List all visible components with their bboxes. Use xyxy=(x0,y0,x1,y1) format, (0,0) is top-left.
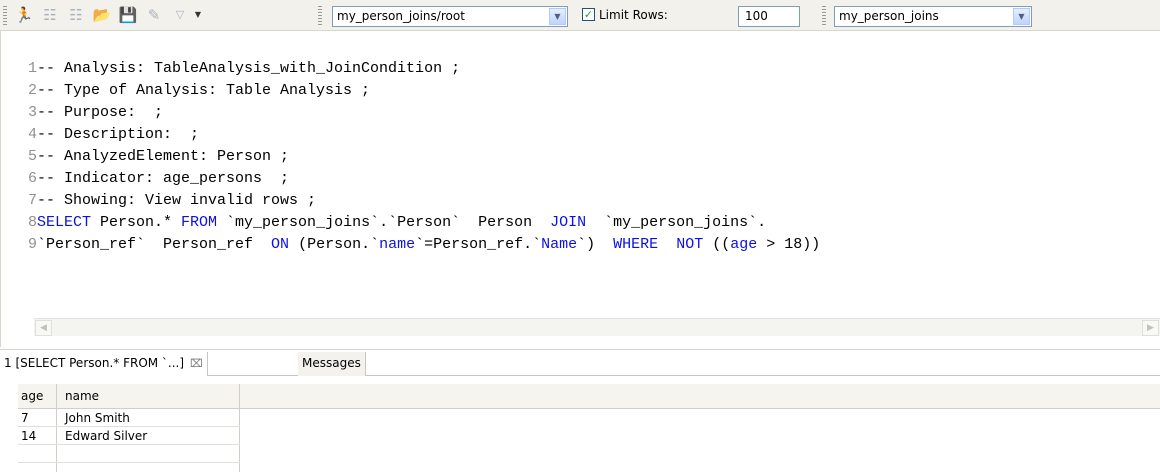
horizontal-scrollbar[interactable]: ◀ ▶ xyxy=(34,318,1160,336)
code-line: 6-- Indicator: age_persons ; xyxy=(16,168,1156,190)
tab-label: 1 [SELECT Person.* FROM `...] xyxy=(4,356,185,370)
code-text: > 18)) xyxy=(757,236,821,253)
sql-keyword: WHERE xyxy=(613,236,659,253)
cell-age: 7 xyxy=(21,411,29,425)
toolbar-grip[interactable] xyxy=(3,6,7,25)
tab-messages[interactable]: Messages xyxy=(298,352,366,376)
code-text: -- Type of Analysis: Table Analysis ; xyxy=(37,82,371,99)
limit-rows-checkbox[interactable]: ✓ xyxy=(582,8,595,21)
code-line: 4-- Description: ; xyxy=(16,124,1156,146)
result-grid: age name 7 John Smith 14 Edward Silver xyxy=(0,384,1160,472)
code-text: -- Purpose: ; xyxy=(37,104,164,121)
table-row[interactable]: 7 John Smith xyxy=(18,409,240,427)
line-number: 9 xyxy=(27,236,37,253)
run-step-icon[interactable]: ☷ xyxy=(40,5,60,25)
cell-name: John Smith xyxy=(65,411,130,425)
column-header-age[interactable]: age xyxy=(21,388,43,404)
sql-keyword: FROM xyxy=(181,214,218,231)
sql-editor[interactable]: 1-- Analysis: TableAnalysis_with_JoinCon… xyxy=(0,31,1160,347)
code-line: 2-- Type of Analysis: Table Analysis ; xyxy=(16,80,1156,102)
code-text: -- Showing: View invalid rows ; xyxy=(37,192,317,209)
code-text: (( xyxy=(703,236,731,253)
sql-identifier: name xyxy=(379,236,416,253)
run-icon[interactable]: 🏃 xyxy=(14,5,34,25)
tab-query-result[interactable]: 1 [SELECT Person.* FROM `...] ⌧ xyxy=(0,352,208,376)
code-line: 8SELECT Person.* FROM `my_person_joins`.… xyxy=(16,212,1156,234)
sql-keyword: ON xyxy=(271,236,290,253)
tab-label: Messages xyxy=(302,356,361,370)
column-header-name[interactable]: name xyxy=(65,388,99,404)
save-icon[interactable]: 💾 xyxy=(118,5,138,25)
run-all-icon[interactable]: ☷ xyxy=(66,5,86,25)
line-number: 8 xyxy=(27,214,37,231)
toolbar-separator xyxy=(318,6,322,25)
code-text: -- Analysis: TableAnalysis_with_JoinCond… xyxy=(37,60,461,77)
code-text: -- Indicator: age_persons ; xyxy=(37,170,290,187)
line-number: 5 xyxy=(27,148,37,165)
code-text: `) xyxy=(577,236,614,253)
limit-rows-input[interactable]: 100 xyxy=(738,6,800,27)
code-text: Person.* xyxy=(91,214,182,231)
sql-keyword: SELECT xyxy=(37,214,92,231)
schema-select[interactable]: my_person_joins ▼ xyxy=(834,6,1032,27)
erase-icon[interactable]: ✎ xyxy=(144,5,164,25)
chevron-down-icon[interactable]: ▼ xyxy=(549,8,566,25)
code-text: `my_person_joins`. xyxy=(586,214,767,231)
scroll-left-icon[interactable]: ◀ xyxy=(35,320,52,336)
code-line: 1-- Analysis: TableAnalysis_with_JoinCon… xyxy=(16,58,1156,80)
line-number: 1 xyxy=(27,60,37,77)
limit-rows-label: Limit Rows: xyxy=(599,8,668,22)
table-row-empty[interactable] xyxy=(18,445,240,463)
line-number: 2 xyxy=(27,82,37,99)
line-number: 3 xyxy=(27,104,37,121)
code-line: 7-- Showing: View invalid rows ; xyxy=(16,190,1156,212)
sql-identifier: Name xyxy=(541,236,578,253)
code-text: -- Description: ; xyxy=(37,126,200,143)
chevron-down-icon[interactable]: ▼ xyxy=(188,5,208,25)
schema-select-value: my_person_joins xyxy=(839,9,939,23)
line-number: 6 xyxy=(27,170,37,187)
sql-keyword: NOT xyxy=(676,236,704,253)
table-row[interactable]: 14 Edward Silver xyxy=(18,427,240,445)
code-text: `=Person_ref.` xyxy=(415,236,542,253)
connection-select-value: my_person_joins/root xyxy=(337,9,465,23)
dropdown-icon[interactable]: ▽ xyxy=(170,5,190,25)
sql-keyword: JOIN xyxy=(550,214,587,231)
sql-identifier: age xyxy=(730,236,758,253)
code-line: 3-- Purpose: ; xyxy=(16,102,1156,124)
cell-name: Edward Silver xyxy=(65,429,148,443)
open-folder-icon[interactable]: 📂 xyxy=(92,5,112,25)
line-number: 4 xyxy=(27,126,37,143)
scroll-right-icon[interactable]: ▶ xyxy=(1142,320,1159,336)
line-number: 7 xyxy=(27,192,37,209)
connection-select[interactable]: my_person_joins/root ▼ xyxy=(332,6,568,27)
result-tabs: 1 [SELECT Person.* FROM `...] ⌧ Messages xyxy=(0,349,1160,376)
code-text: (Person.` xyxy=(289,236,380,253)
code-area[interactable]: 1-- Analysis: TableAnalysis_with_JoinCon… xyxy=(16,58,1156,256)
toolbar-separator xyxy=(822,6,826,25)
toolbar: 🏃 ☷ ☷ 📂 💾 ✎ ▽ ▼ my_person_joins/root ▼ ✓… xyxy=(0,0,1160,31)
grid-header: age name xyxy=(18,384,1160,409)
code-text: -- AnalyzedElement: Person ; xyxy=(37,148,290,165)
cell-age: 14 xyxy=(21,429,37,443)
chevron-down-icon[interactable]: ▼ xyxy=(1013,8,1030,25)
close-icon[interactable]: ⌧ xyxy=(190,353,203,375)
code-line: 5-- AnalyzedElement: Person ; xyxy=(16,146,1156,168)
code-text: `Person_ref` Person_ref xyxy=(37,236,272,253)
code-line: 9`Person_ref` Person_ref ON (Person.`nam… xyxy=(16,234,1156,256)
code-text: `my_person_joins`.`Person` Person xyxy=(217,214,551,231)
